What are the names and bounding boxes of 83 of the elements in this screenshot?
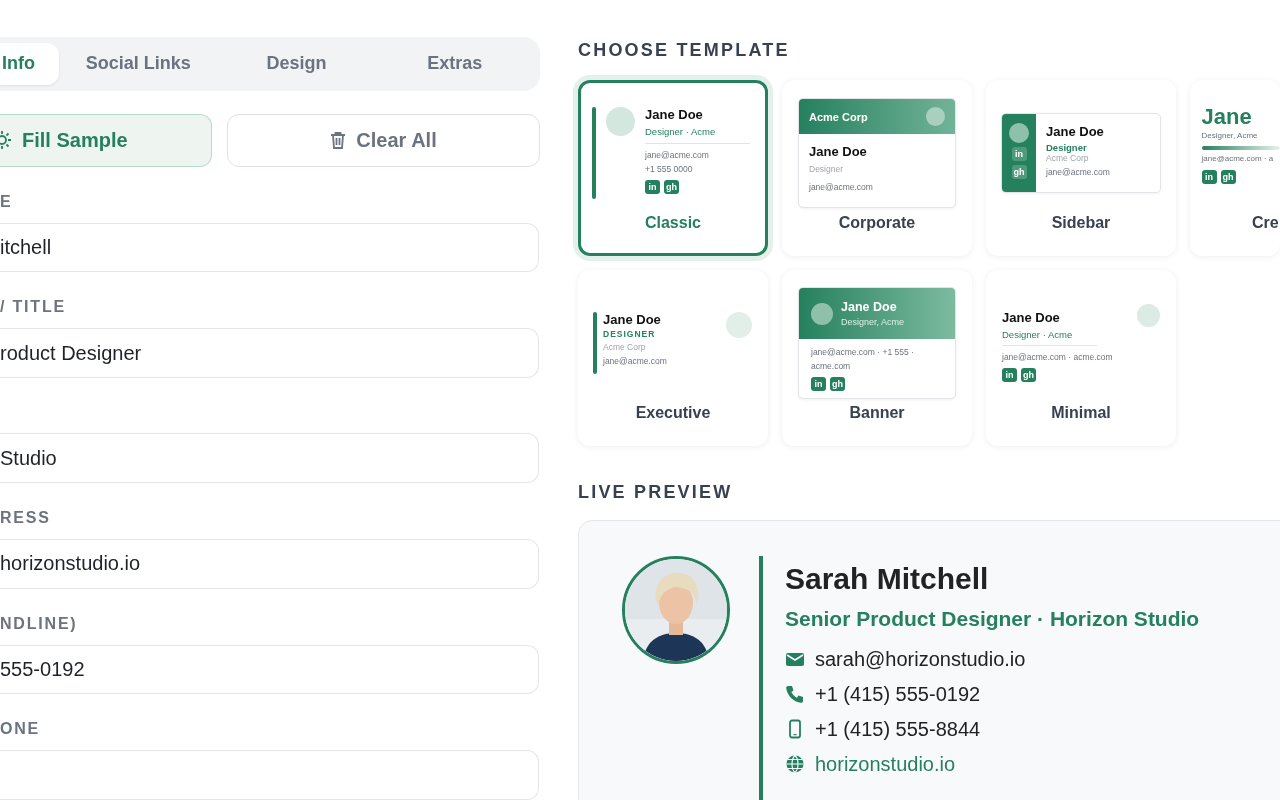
sample-company: Acme Corp [1046,153,1090,163]
sample-name: Jane Doe [603,312,662,327]
tab[interactable]: Design [217,43,376,85]
sample-contact: jane@acme.com [645,149,710,162]
field-label: NDLINE) [0,614,78,632]
input-field[interactable]: Studio [0,433,539,483]
sample-subtitle: Designer [1046,142,1088,153]
signature-title: Senior Product Designer · Horizon Studio [785,607,1200,630]
avatar-placeholder [811,302,833,325]
field-label: E [0,192,13,210]
template-label: Corporate [838,214,916,231]
template-label: Minimal [1051,404,1111,421]
sample-subtitle: DESIGNER [603,329,657,339]
phone-icon [785,684,805,704]
sun-icon [0,130,12,151]
template-card[interactable]: Jane Doe Designer, Acme jane@acme.com · +1 555 · acme.com in gh Banner [782,270,972,446]
social-badge: gh [1220,170,1236,184]
avatar-placeholder [606,107,635,136]
sample-subtitle: Designer · Acme [645,126,717,137]
template-card[interactable]: Acme Corp Jane Doe Designer jane@acme.com Corporate [782,80,972,256]
tab[interactable]: Social Links [59,43,218,85]
accent-bar [593,312,597,374]
sample-subtitle: Designer · Acme [1002,329,1074,340]
sample-contact: jane@acme.com [1046,166,1110,179]
social-badge: in [1011,147,1027,161]
sample-name: Jane Doe [809,144,868,159]
social-badge: in [811,377,826,391]
input-field[interactable]: horizonstudio.io [0,538,539,589]
template-label: Sidebar [1051,214,1111,231]
sample-subtitle: Designer, Acme [841,317,905,327]
sample-name: Jane [1201,104,1253,130]
sample-subtitle: Designer, Acme [1201,130,1259,142]
template-card[interactable]: in gh Jane Doe Designer Acme Corp jane@acme.com Sidebar [986,80,1176,256]
sample-contact: +1 555 0000 [645,163,694,176]
trash-icon [330,131,347,150]
template-card[interactable]: Jane Doe DESIGNER Acme Corp jane@acme.com Executive [578,270,768,446]
template-card[interactable]: Jane Doe Designer · Acme jane@acme.com · acme.com in gh Minimal [986,270,1176,446]
social-badge: in [1002,368,1017,382]
sample-contact: jane@acme.com · +1 555 · acme.com [811,346,915,373]
fill-sample-button[interactable]: Fill Sample [0,113,212,167]
section-heading: CHOOSE TEMPLATE [578,40,790,60]
template-card[interactable]: Jane Designer, Acme jane@acme.com · a in gh Cre [1190,80,1280,256]
social-badge: gh [664,180,679,194]
sample-company: Acme Corp [603,342,647,352]
tab[interactable]: Info [0,43,59,85]
field-label: / TITLE [0,298,66,316]
input-field[interactable]: itchell [0,222,539,273]
sample-contact: jane@acme.com · acme.com [1002,351,1114,364]
social-badge: in [645,180,660,194]
globe-icon [785,754,805,774]
sample-name: Jane Doe [841,300,898,314]
field-label: RESS [0,508,51,526]
sample-company: Acme Corp [809,110,868,123]
sample-name: Jane Doe [645,107,704,122]
contact-text: +1 (415) 555-0192 [815,682,981,706]
sample-name: Jane Doe [1002,310,1061,325]
tab[interactable]: Extras [375,43,534,85]
input-field[interactable]: 555-0192 [0,644,539,695]
template-label: Banner [849,404,905,421]
section-heading: LIVE PREVIEW [578,482,733,502]
template-label: Cre [1252,214,1279,231]
contact-text: +1 (415) 555-8844 [815,717,981,741]
sample-name: Jane Doe [1046,124,1105,139]
input-field[interactable]: roduct Designer [0,328,539,379]
social-badge: gh [1011,165,1027,179]
sample-contact: jane@acme.com [603,355,668,368]
signature-name: Sarah Mitchell [785,562,989,595]
social-badge: in [1201,170,1217,184]
avatar-placeholder [1137,304,1160,327]
input-field[interactable] [0,750,539,800]
website-link[interactable]: horizonstudio.io [815,752,956,776]
avatar-placeholder [726,312,752,338]
field-label: ONE [0,720,41,738]
clear-all-button[interactable]: Clear All [227,113,540,167]
avatar-placeholder [926,107,945,126]
social-badge: gh [830,377,845,391]
sample-subtitle: Designer [809,164,845,174]
template-label: Classic [644,214,701,231]
social-badge: gh [1021,368,1036,382]
template-label: Executive [635,404,711,421]
contact-text: sarah@horizonstudio.io [815,647,1026,671]
sample-contact: jane@acme.com [809,181,874,194]
avatar-placeholder [1009,123,1029,143]
